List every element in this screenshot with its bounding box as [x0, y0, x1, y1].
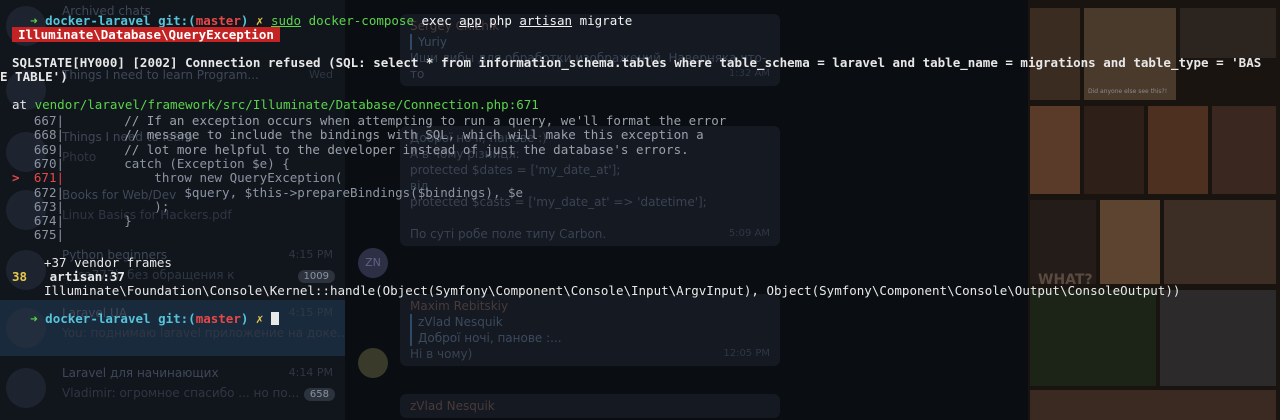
- cmd-app: app: [459, 13, 482, 28]
- prompt-dirty-mark: ✗: [255, 13, 264, 28]
- code-line: 670| catch (Exception $e) {: [12, 155, 290, 171]
- prompt-git: git:(: [158, 13, 196, 28]
- vendor-frames: +37 vendor frames: [44, 255, 172, 270]
- code-text: // If an exception occurs when attemptin…: [64, 113, 727, 128]
- frame-call: Illuminate\Foundation\Console\Kernel::ha…: [44, 283, 1181, 298]
- prompt-dirty-mark: ✗: [255, 311, 264, 326]
- code-line: 675|: [12, 228, 64, 242]
- stack-frame: 38 artisan:37: [12, 270, 125, 284]
- prompt-directory: docker-laravel: [45, 311, 151, 326]
- line-number: 669|: [33, 141, 64, 157]
- frame-number: 38: [12, 269, 28, 284]
- prompt-git-close: ): [240, 311, 249, 326]
- code-line: 672| $query, $this->prepareBindings($bin…: [12, 184, 524, 200]
- current-line-marker: >: [12, 170, 20, 186]
- code-line: >671| throw new QueryException(: [12, 171, 342, 185]
- prompt-arrow: ➜: [30, 311, 38, 326]
- code-text: // message to include the bindings with …: [64, 127, 704, 143]
- code-text: );: [64, 198, 170, 214]
- code-line: 669| // lot more helpful to the develope…: [12, 141, 689, 157]
- prompt-git: git:(: [158, 311, 196, 326]
- cmd-sudo: sudo: [270, 13, 302, 28]
- prompt-branch: master: [195, 311, 241, 326]
- at-label: at: [12, 97, 28, 112]
- cmd-exec: exec: [421, 13, 452, 28]
- line-number: 668|: [33, 127, 64, 143]
- error-message-cont: E TABLE'): [0, 69, 68, 84]
- code-text: }: [64, 213, 132, 229]
- code-text: $query, $this->prepareBindings($bindings…: [64, 184, 524, 200]
- cmd-migrate: migrate: [579, 13, 633, 28]
- prompt-line[interactable]: ➜ docker-laravel git:(master) ✗: [0, 298, 279, 340]
- line-number: 672|: [33, 184, 64, 200]
- code-text: // lot more helpful to the developer ins…: [64, 141, 689, 157]
- cursor[interactable]: [270, 312, 279, 325]
- code-line: 673| );: [12, 198, 170, 214]
- error-message: SQLSTATE[HY000] [2002] Connection refuse…: [12, 55, 1262, 70]
- prompt-arrow: ➜: [30, 13, 38, 28]
- code-line: 667| // If an exception occurs when atte…: [12, 114, 726, 128]
- exception-line: Illuminate\Database\QueryException: [12, 27, 280, 42]
- exception-class-badge: Illuminate\Database\QueryException: [12, 27, 280, 42]
- cmd-php: php: [489, 13, 512, 28]
- line-number: 667|: [33, 113, 64, 128]
- prompt-directory: docker-laravel: [45, 13, 151, 28]
- prompt-branch: master: [195, 13, 241, 28]
- line-number: 674|: [33, 213, 64, 229]
- code-text: throw new QueryException(: [64, 170, 343, 186]
- file-path: vendor/laravel/framework/src/Illuminate/…: [34, 97, 539, 112]
- prompt-git-close: ): [240, 13, 249, 28]
- code-text: catch (Exception $e) {: [64, 155, 290, 171]
- line-number: 673|: [33, 198, 64, 214]
- line-number: 671|: [33, 170, 64, 186]
- frame-file: artisan:37: [49, 269, 125, 284]
- cmd-artisan: artisan: [519, 13, 573, 28]
- line-number: 675|: [33, 227, 64, 243]
- cmd-docker: docker-compose: [308, 13, 414, 28]
- line-number: 670|: [33, 155, 64, 171]
- code-line: 674| }: [12, 214, 132, 228]
- code-line: 668| // message to include the bindings …: [12, 128, 704, 142]
- error-location: at vendor/laravel/framework/src/Illumina…: [12, 98, 539, 112]
- terminal[interactable]: ➜ docker-laravel git:(master) ✗ sudo doc…: [0, 0, 1280, 420]
